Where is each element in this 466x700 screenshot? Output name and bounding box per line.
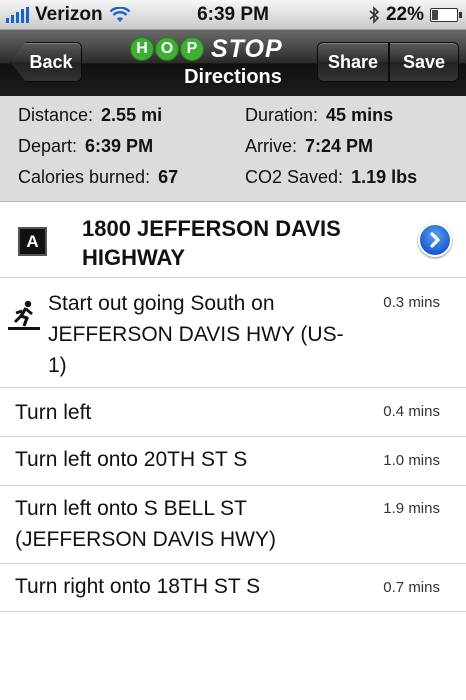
calories-summary: Calories burned: 67: [18, 167, 178, 188]
bluetooth-icon: [369, 6, 380, 24]
depart-value: 6:39 PM: [85, 136, 154, 156]
battery-percent: 22%: [385, 4, 424, 25]
logo-letter-h: H: [130, 37, 154, 61]
next-step-partial: [0, 612, 466, 640]
calories-value: 67: [158, 167, 179, 187]
arrive-label: Arrive:: [245, 136, 298, 156]
start-location-row[interactable]: A 1800 JEFFERSON DAVIS HIGHWAY: [0, 202, 466, 278]
step-duration: 0.3 mins: [383, 294, 440, 311]
step-instruction: Turn left onto S BELL ST (JEFFERSON DAVI…: [15, 497, 276, 551]
step-instruction: Turn right onto 18TH ST S: [15, 575, 261, 598]
step-duration: 1.9 mins: [383, 500, 440, 517]
depart-label: Depart:: [18, 136, 78, 156]
calories-label: Calories burned:: [18, 167, 151, 187]
duration-value: 45 mins: [326, 105, 394, 125]
arrive-summary: Arrive: 7:24 PM: [245, 136, 373, 157]
step-duration: 0.7 mins: [383, 579, 440, 596]
share-button[interactable]: Share: [317, 42, 389, 82]
direction-step[interactable]: Turn left 0.4 mins: [0, 388, 466, 437]
step-instruction: Start out going South on JEFFERSON DAVIS…: [48, 292, 344, 377]
duration-summary: Duration: 45 mins: [245, 105, 393, 126]
chevron-right-icon: [430, 232, 440, 248]
hopstop-logo: H O P STOP: [130, 34, 298, 64]
step-instruction: Turn left: [15, 401, 92, 424]
co2-value: 1.19 lbs: [351, 167, 418, 187]
direction-step[interactable]: Turn right onto 18TH ST S 0.7 mins: [0, 564, 466, 612]
start-location-title: 1800 JEFFERSON DAVIS HIGHWAY: [82, 216, 341, 270]
distance-value: 2.55 mi: [101, 105, 163, 125]
logo-letter-p: P: [180, 37, 204, 61]
logo-letter-o: O: [155, 37, 179, 61]
direction-step[interactable]: Start out going South on JEFFERSON DAVIS…: [0, 279, 466, 388]
detail-disclosure-button[interactable]: [418, 223, 452, 257]
status-right: 22%: [368, 4, 462, 26]
distance-label: Distance:: [18, 105, 94, 125]
start-marker-icon: A: [18, 227, 47, 256]
save-button[interactable]: Save: [389, 42, 459, 82]
battery-icon: [430, 8, 462, 22]
status-bar: Verizon 6:39 PM 22%: [0, 0, 466, 30]
battery-level: [432, 10, 438, 20]
step-duration: 0.4 mins: [383, 403, 440, 420]
direction-step[interactable]: Turn left onto 20TH ST S 1.0 mins: [0, 437, 466, 486]
trip-summary: Distance: 2.55 mi Duration: 45 mins Depart…: [0, 96, 466, 202]
co2-summary: CO2 Saved: 1.19 lbs: [245, 167, 417, 188]
distance-summary: Distance: 2.55 mi: [18, 105, 162, 126]
depart-summary: Depart: 6:39 PM: [18, 136, 153, 157]
arrive-value: 7:24 PM: [305, 136, 374, 156]
step-instruction: Turn left onto 20TH ST S: [15, 448, 248, 471]
logo-stop-word: STOP: [211, 34, 283, 63]
direction-step[interactable]: Turn left onto S BELL ST (JEFFERSON DAVI…: [0, 486, 466, 564]
walk-icon: [8, 300, 40, 330]
duration-label: Duration:: [245, 105, 319, 125]
clipped-content-cover: [0, 620, 466, 640]
navigation-bar: Back H O P STOP Directions Share Save: [0, 30, 466, 96]
co2-label: CO2 Saved:: [245, 167, 344, 187]
step-duration: 1.0 mins: [383, 452, 440, 469]
